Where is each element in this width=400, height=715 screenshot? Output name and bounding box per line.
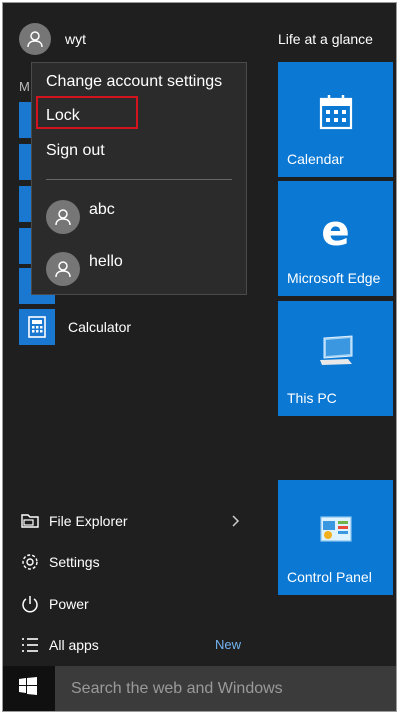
section-letter-m[interactable]: M [19, 79, 30, 94]
search-placeholder: Search the web and Windows [71, 679, 283, 697]
calendar-label: Calendar [287, 151, 344, 167]
control-panel-icon [278, 508, 393, 552]
user-hello-label: hello [89, 253, 123, 270]
change-account-settings-item[interactable]: Change account settings [46, 73, 222, 91]
power-icon [19, 593, 41, 615]
lock-item[interactable]: Lock [46, 107, 80, 125]
start-menu: wyt M Calculator File Explorer Settings … [3, 3, 396, 666]
menu-file-explorer[interactable]: File Explorer [19, 506, 249, 536]
user-abc-label: abc [89, 201, 115, 218]
all-apps-label: All apps [49, 637, 99, 653]
chevron-right-icon[interactable] [229, 512, 243, 530]
current-user-name: wyt [65, 31, 86, 47]
this-pc-label: This PC [287, 390, 337, 406]
calculator-label: Calculator [68, 319, 132, 335]
control-panel-label: Control Panel [287, 569, 372, 585]
switch-user-abc[interactable]: abc [46, 200, 115, 234]
power-label: Power [49, 596, 89, 612]
user-avatar-icon [46, 252, 80, 286]
gear-icon [19, 551, 41, 573]
computer-icon [278, 329, 393, 373]
tile-group-header[interactable]: Life at a glance [278, 31, 373, 47]
screenshot-frame: wyt M Calculator File Explorer Settings … [2, 2, 397, 712]
start-tiles-column: Life at a glance Calendar e Microsoft Ed… [266, 3, 396, 666]
tile-microsoft-edge[interactable]: e Microsoft Edge [278, 181, 393, 296]
switch-user-hello[interactable]: hello [46, 252, 123, 286]
current-user-button[interactable]: wyt [19, 23, 86, 55]
user-avatar-icon [19, 23, 51, 55]
search-input[interactable]: Search the web and Windows [55, 666, 396, 711]
menu-all-apps[interactable]: All apps New [19, 630, 249, 660]
app-calculator[interactable]: Calculator [19, 309, 131, 345]
calendar-icon [278, 90, 393, 134]
start-button[interactable] [3, 666, 53, 711]
edge-label: Microsoft Edge [287, 270, 381, 286]
user-avatar-icon [46, 200, 80, 234]
menu-settings[interactable]: Settings [19, 547, 249, 577]
folder-icon [19, 510, 41, 532]
menu-divider [46, 179, 232, 180]
menu-power[interactable]: Power [19, 589, 249, 619]
sign-out-item[interactable]: Sign out [46, 142, 105, 160]
account-menu: Change account settings Lock Sign out ab… [31, 62, 247, 295]
windows-logo-icon [18, 676, 38, 701]
settings-label: Settings [49, 554, 100, 570]
taskbar: Search the web and Windows [3, 666, 396, 711]
tile-this-pc[interactable]: This PC [278, 301, 393, 416]
calculator-icon [19, 309, 55, 345]
edge-icon: e [321, 206, 350, 255]
list-icon [19, 634, 41, 656]
new-badge: New [214, 637, 241, 652]
tile-control-panel[interactable]: Control Panel [278, 480, 393, 595]
tile-calendar[interactable]: Calendar [278, 62, 393, 177]
file-explorer-label: File Explorer [49, 513, 128, 529]
